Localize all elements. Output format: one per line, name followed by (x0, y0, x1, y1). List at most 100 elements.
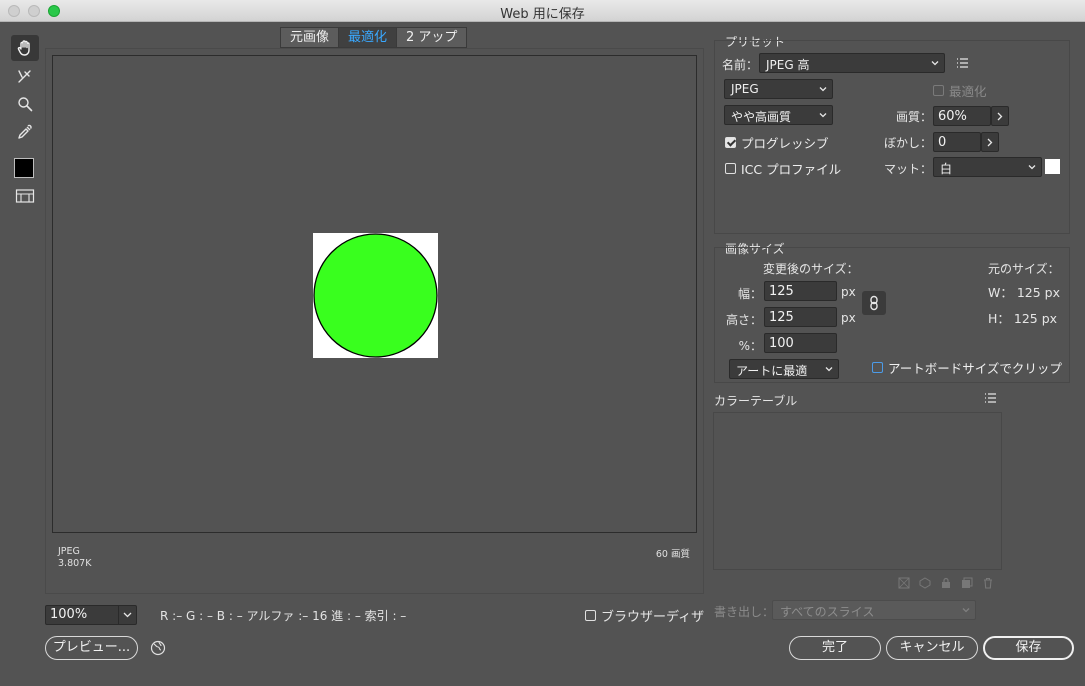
color-table-menu-icon[interactable] (984, 391, 998, 405)
link-icon (870, 295, 878, 311)
browser-dither-label: ブラウザーディザ (601, 610, 705, 625)
hand-icon (17, 40, 30, 56)
quality-input[interactable]: 60% (933, 106, 991, 126)
chevron-down-icon (118, 606, 136, 624)
eyedropper-icon (18, 124, 32, 139)
width-label: 幅： (737, 287, 762, 301)
matte-color-swatch[interactable] (1045, 159, 1060, 174)
zoom-tool[interactable] (11, 91, 39, 117)
toggle-slice-visibility[interactable] (11, 183, 39, 209)
progressive-label: プログレッシブ (741, 136, 829, 151)
quality-preset-select[interactable]: やや高画質 (724, 105, 833, 125)
chevron-down-icon (819, 87, 827, 92)
chevron-down-icon (825, 367, 833, 372)
preset-menu-icon[interactable] (956, 56, 970, 70)
chevron-down-icon (1028, 165, 1036, 170)
optimized-box (933, 85, 944, 96)
slice-visibility-icon (15, 189, 35, 203)
tab-optimized[interactable]: 最適化 (339, 28, 398, 47)
height-input[interactable]: 125 (764, 307, 837, 327)
percent-label: %： (738, 339, 762, 353)
quality-label: 画質： (895, 110, 932, 124)
hand-tool[interactable] (11, 35, 39, 61)
trash-icon[interactable] (981, 576, 995, 590)
export-value: すべてのスライス (780, 605, 875, 619)
eyedropper-color-swatch[interactable] (14, 158, 34, 178)
blur-label: ぼかし： (883, 136, 932, 150)
resample-quality-value: アートに最適 (736, 364, 808, 378)
blur-input[interactable]: 0 (933, 132, 981, 152)
zoom-level-value: 100% (50, 607, 88, 622)
percent-value: 100 (769, 336, 794, 351)
blur-slider-button[interactable] (981, 132, 999, 152)
preview-button[interactable]: プレビュー... (45, 636, 138, 660)
height-label: 高さ： (725, 313, 762, 327)
percent-input[interactable]: 100 (764, 333, 837, 353)
quality-preset-value: やや高画質 (731, 110, 792, 124)
width-value: 125 (769, 284, 794, 299)
progressive-box[interactable] (725, 137, 736, 148)
color-readout: R :– G : – B : – アルファ :– 16 進 : – 索引 : – (160, 609, 407, 623)
title-bar: Web 用に保存 (0, 0, 1085, 22)
icc-profile-checkbox[interactable]: ICC プロファイル (725, 159, 841, 178)
save-button[interactable]: 保存 (983, 636, 1074, 660)
export-label: 書き出し： (714, 605, 775, 619)
add-color-icon[interactable] (960, 576, 974, 590)
eyedropper-tool[interactable] (11, 119, 39, 145)
preview-format: JPEG (58, 546, 80, 557)
original-width: W： 125 px (988, 285, 1060, 300)
file-format-value: JPEG (731, 82, 759, 96)
browser-dither-box[interactable] (585, 610, 596, 621)
width-unit: px (841, 285, 856, 299)
icc-profile-box[interactable] (725, 163, 736, 174)
artboard-clip-checkbox[interactable]: アートボードサイズでクリップ (872, 358, 1062, 377)
file-format-select[interactable]: JPEG (724, 79, 833, 99)
export-select: すべてのスライス (772, 600, 976, 620)
blur-value: 0 (938, 135, 947, 150)
artboard-clip-box[interactable] (872, 362, 883, 373)
constrain-proportions-button[interactable] (862, 291, 886, 315)
done-button[interactable]: 完了 (789, 636, 881, 660)
slice-select-tool[interactable] (11, 63, 39, 89)
height-unit: px (841, 311, 856, 325)
original-size-label: 元のサイズ： (988, 262, 1060, 276)
preview-info-left: JPEG 3.807K (58, 546, 91, 570)
lock-icon[interactable] (939, 576, 953, 590)
chevron-down-icon (931, 61, 939, 66)
icc-profile-label: ICC プロファイル (741, 162, 842, 177)
zoom-icon (18, 97, 33, 112)
chevron-down-icon (819, 113, 827, 118)
optimized-checkbox: 最適化 (933, 81, 987, 100)
progressive-checkbox[interactable]: プログレッシブ (725, 133, 829, 152)
resample-quality-select[interactable]: アートに最適 (729, 359, 839, 379)
zoom-level-select[interactable]: 100% (45, 605, 137, 625)
chevron-right-icon (987, 138, 993, 146)
artboard-clip-label: アートボードサイズでクリップ (888, 361, 1062, 376)
map-transparent-icon[interactable] (897, 576, 911, 590)
width-input[interactable]: 125 (764, 281, 837, 301)
preset-name-label: 名前： (722, 58, 759, 72)
quality-slider-button[interactable] (991, 106, 1009, 126)
preview-image (313, 233, 438, 358)
quality-value: 60% (938, 109, 967, 124)
matte-label: マット： (883, 162, 932, 176)
tab-original[interactable]: 元画像 (281, 28, 340, 47)
chevron-down-icon (962, 608, 970, 613)
color-table-actions (897, 576, 995, 590)
window-title: Web 用に保存 (500, 7, 585, 22)
color-table-label: カラーテーブル (714, 394, 798, 408)
color-table[interactable] (713, 412, 1002, 570)
original-height: H： 125 px (988, 311, 1058, 326)
view-tabs: 元画像 最適化 2 アップ (280, 27, 468, 48)
web-shift-icon[interactable] (918, 576, 932, 590)
preset-name-value: JPEG 高 (766, 58, 810, 72)
preview-file-size: 3.807K (58, 558, 92, 569)
tab-2-up[interactable]: 2 アップ (397, 28, 466, 47)
preview-canvas[interactable] (52, 55, 697, 533)
cancel-button[interactable]: キャンセル (886, 636, 978, 660)
globe-icon[interactable] (150, 640, 166, 656)
matte-select[interactable]: 白 (933, 157, 1042, 177)
preset-name-select[interactable]: JPEG 高 (759, 53, 945, 73)
preview-quality-note: 60 画質 (655, 549, 690, 560)
browser-dither-checkbox[interactable]: ブラウザーディザ (585, 606, 704, 625)
